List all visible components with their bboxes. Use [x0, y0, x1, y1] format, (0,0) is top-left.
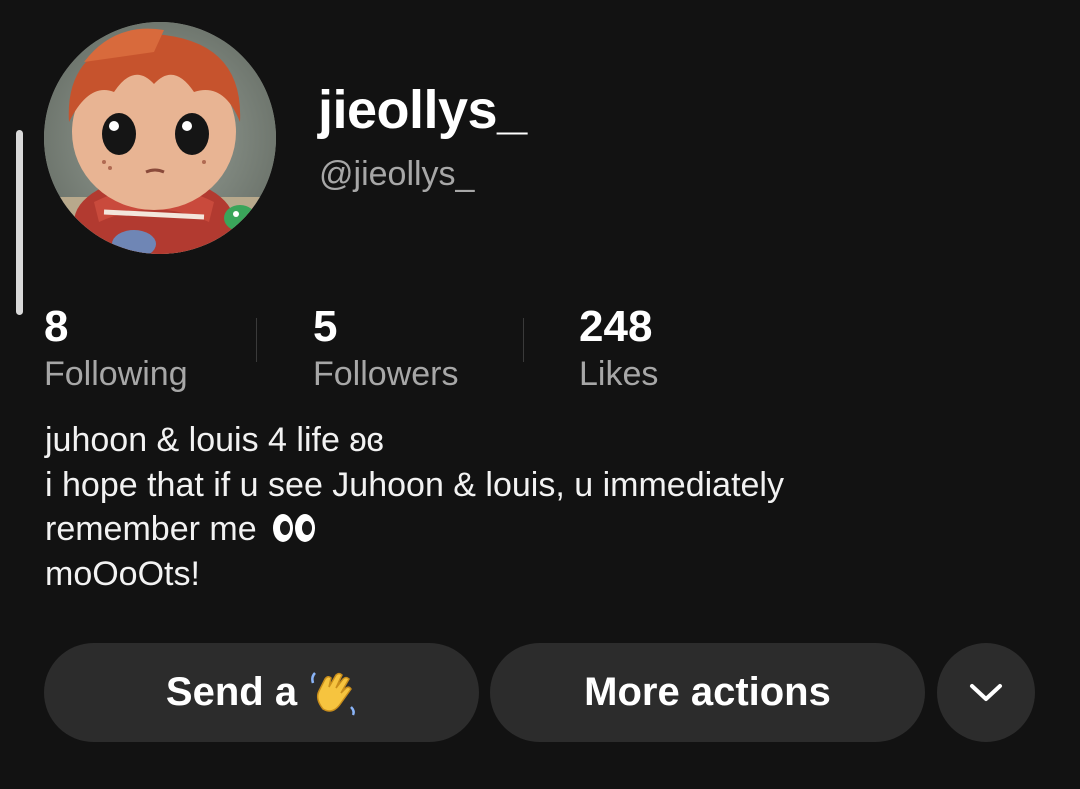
bio-line-with-icon: remember me: [45, 507, 1045, 552]
stat-divider: [256, 318, 257, 362]
profile-handle: @jieollys_: [319, 155, 475, 193]
send-wave-button[interactable]: Send a: [44, 643, 479, 742]
profile-display-name: jieollys_: [318, 80, 527, 140]
avatar[interactable]: [44, 22, 276, 254]
stat-followers[interactable]: 5 Followers: [313, 302, 458, 396]
bio-line-text: remember me: [45, 510, 257, 548]
more-actions-button[interactable]: More actions: [490, 643, 925, 742]
eyes-emoji-icon: [272, 512, 316, 544]
vinyl-figure-avatar-icon: [44, 22, 276, 254]
waving-hand-icon: [309, 669, 357, 717]
stat-value: 8: [44, 302, 69, 351]
chevron-down-icon: [968, 682, 1004, 704]
stat-label: Followers: [313, 355, 459, 393]
send-wave-label: Send a: [165, 670, 298, 714]
bio-line: i hope that if u see Juhoon & louis, u i…: [45, 465, 784, 504]
profile-bio: juhoon & louis 4 life ʚɞ i hope that if …: [45, 418, 1045, 596]
stat-divider: [523, 318, 524, 362]
bio-line: juhoon & louis 4 life ʚɞ: [45, 421, 384, 459]
stat-likes[interactable]: 248 Likes: [579, 302, 658, 396]
stat-value: 5: [313, 302, 338, 351]
more-actions-label: More actions: [584, 670, 831, 714]
stat-value: 248: [579, 302, 653, 351]
stat-label: Following: [44, 355, 188, 393]
bio-line: moOoOts!: [45, 554, 200, 593]
stat-label: Likes: [579, 355, 659, 393]
scroll-indicator[interactable]: [16, 130, 23, 315]
expand-button[interactable]: [937, 643, 1035, 742]
stat-following[interactable]: 8 Following: [44, 302, 188, 396]
